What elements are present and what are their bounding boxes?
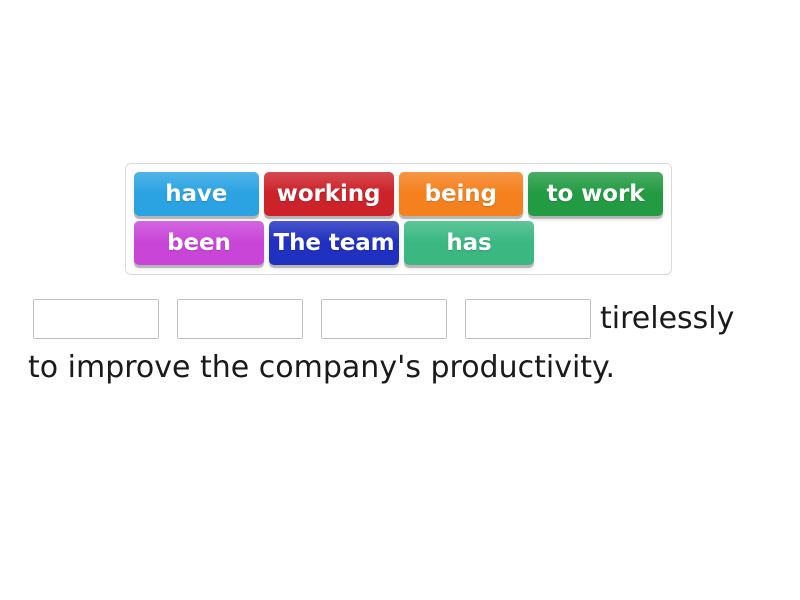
word-tile-working[interactable]: working: [263, 172, 394, 216]
answer-blank-1[interactable]: [33, 298, 159, 339]
word-tile-been[interactable]: been: [134, 221, 264, 265]
word-tile-label: being: [424, 180, 497, 207]
word-tile-has[interactable]: has: [404, 221, 534, 265]
word-tile-have[interactable]: have: [134, 172, 259, 216]
word-tile-label: have: [165, 180, 228, 207]
sentence-trailing-word: tirelessly: [600, 300, 735, 336]
word-tile-being[interactable]: being: [398, 172, 524, 216]
word-tile-label: The team: [273, 229, 395, 256]
exercise-canvas: have working being to work been The team…: [0, 0, 800, 600]
tile-row: have working being to work: [134, 172, 663, 216]
word-tile-label: working: [276, 180, 381, 207]
answer-blank-4[interactable]: [465, 298, 591, 339]
answer-blank-2[interactable]: [177, 298, 303, 339]
word-tile-label: has: [446, 229, 492, 256]
sentence-line-2: to improve the company's productivity.: [28, 350, 616, 385]
tile-row: been The team has: [134, 221, 663, 265]
word-tile-to-work[interactable]: to work: [528, 172, 663, 216]
word-tile-pool: have working being to work been The team…: [125, 163, 672, 275]
word-tile-label: to work: [546, 180, 645, 207]
word-tile-the-team[interactable]: The team: [269, 221, 399, 265]
sentence-line-1: tirelessly: [24, 292, 784, 345]
answer-blank-3[interactable]: [321, 298, 447, 339]
word-tile-label: been: [167, 229, 231, 256]
